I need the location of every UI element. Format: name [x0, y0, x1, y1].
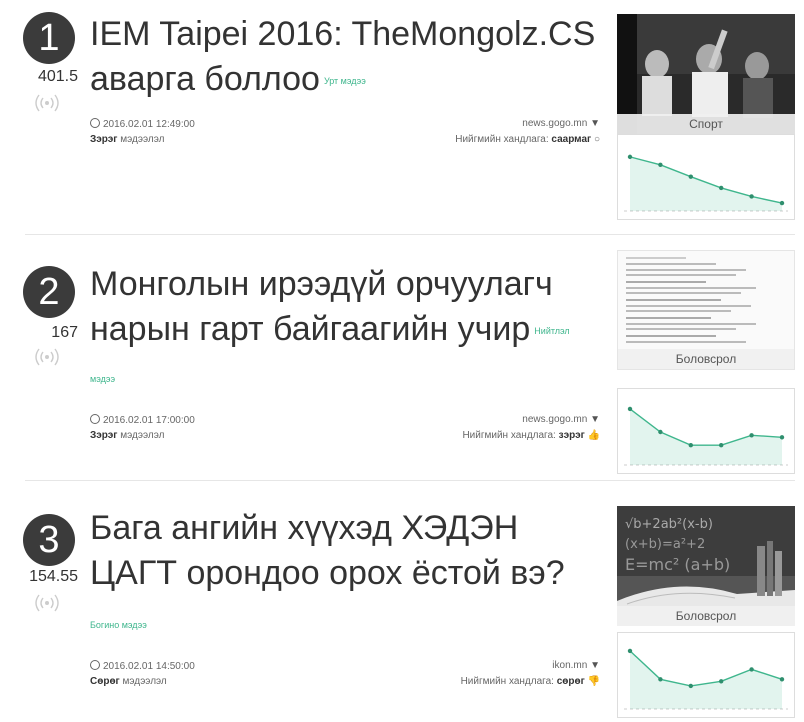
trend-point	[779, 677, 785, 682]
trend-point	[719, 679, 724, 684]
trend-point	[779, 435, 785, 440]
svg-text:√b+2ab²(x-b): √b+2ab²(x-b)	[625, 517, 713, 532]
trend-point	[688, 683, 693, 689]
broadcast-icon	[35, 348, 59, 366]
divider	[25, 234, 795, 235]
trend-chart	[617, 134, 795, 220]
length-tag-cont: мэдээ	[90, 374, 116, 384]
source-link[interactable]: news.gogo.mn ▼	[522, 118, 600, 129]
broadcast-icon	[35, 94, 59, 112]
thumbs-up-icon: 👍	[587, 430, 600, 441]
trend-point	[627, 154, 633, 160]
news-type: Зэрэг мэдээлэл	[90, 134, 165, 145]
category-label: Спорт	[617, 114, 795, 134]
headline-line-2: аварга боллоо	[90, 60, 320, 98]
trend-chart	[617, 632, 795, 718]
filter-icon[interactable]: ▼	[590, 118, 600, 129]
score: 167	[51, 324, 78, 341]
trend-point	[627, 406, 633, 412]
category-label: Боловсрол	[617, 606, 795, 626]
trend-point	[627, 648, 633, 654]
score: 401.5	[37, 68, 78, 85]
score: 154.55	[29, 568, 78, 585]
thumbnail[interactable]: Боловсрол	[617, 250, 795, 370]
trend-point	[719, 443, 724, 448]
trend-point	[719, 185, 724, 191]
svg-text:E=mc² (a+b): E=mc² (a+b)	[625, 555, 730, 574]
social-reaction: Нийгмийн хандлага: саармаг ○	[455, 134, 600, 145]
trend-point	[658, 162, 663, 167]
trend-chart	[617, 388, 795, 474]
trend-point	[779, 200, 785, 206]
publish-date: 2016.02.01 14:50:00	[90, 660, 195, 672]
divider	[25, 480, 795, 481]
trend-point	[688, 443, 693, 448]
trend-point	[749, 433, 754, 438]
headline-link[interactable]: Монголын ирээдүй орчуулагч нарын гарт ба…	[90, 262, 605, 354]
social-reaction: Нийгмийн хандлага: зэрэг 👍	[462, 430, 600, 441]
broadcast-icon	[35, 594, 59, 612]
headline-link[interactable]: IEM Taipei 2016: TheMongolz.CS аварга бо…	[90, 12, 605, 104]
headline-line-2: нарын гарт байгаагийн учир	[90, 310, 531, 348]
category-label: Боловсрол	[618, 349, 794, 369]
trend-point	[688, 174, 693, 179]
filter-icon[interactable]: ▼	[590, 660, 600, 671]
headline-line-1: Бага ангийн хүүхэд ХЭДЭН	[90, 509, 519, 547]
publish-date: 2016.02.01 17:00:00	[90, 414, 195, 426]
length-tag: Урт мэдээ	[323, 75, 366, 86]
neutral-icon: ○	[593, 134, 600, 145]
clock-icon	[90, 118, 100, 128]
rank-badge: 3	[23, 514, 75, 566]
news-type: Зэрэг мэдээлэл	[90, 430, 165, 441]
trend-area	[630, 650, 782, 709]
clock-icon	[90, 414, 100, 424]
length-tag: Нийтлэл	[534, 325, 570, 336]
headline-line-1: IEM Taipei 2016: TheMongolz.CS	[90, 15, 596, 53]
headline-line-1: Монголын ирээдүй орчуулагч	[90, 265, 553, 303]
source-link[interactable]: ikon.mn ▼	[552, 660, 600, 671]
thumbnail[interactable]: √b+2ab²(x-b) (x+b)=a²+2 E=mc² (a+b) Боло…	[617, 506, 795, 626]
rank-badge: 1	[23, 12, 75, 64]
social-reaction: Нийгмийн хандлага: сөрөг 👎	[460, 676, 600, 687]
thumbnail[interactable]: Спорт	[617, 14, 795, 134]
trend-point	[749, 194, 754, 199]
rank-badge: 2	[23, 266, 75, 318]
length-tag: Богино мэдээ	[90, 620, 147, 630]
svg-text:(x+b)=a²+2: (x+b)=a²+2	[625, 537, 705, 552]
news-type: Сөрөг мэдээлэл	[90, 676, 167, 687]
trend-point	[658, 429, 663, 435]
headline-link[interactable]: Бага ангийн хүүхэд ХЭДЭН ЦАГТ орондоо ор…	[90, 506, 605, 596]
clock-icon	[90, 660, 100, 670]
trend-point	[749, 667, 754, 672]
thumbs-down-icon: 👎	[587, 676, 600, 687]
headline-line-2: ЦАГТ орондоо орох ёстой вэ?	[90, 554, 565, 592]
trend-area	[630, 156, 782, 211]
trend-area	[630, 408, 782, 465]
trend-point	[658, 677, 663, 682]
filter-icon[interactable]: ▼	[590, 414, 600, 425]
source-link[interactable]: news.gogo.mn ▼	[522, 414, 600, 425]
publish-date: 2016.02.01 12:49:00	[90, 118, 195, 130]
